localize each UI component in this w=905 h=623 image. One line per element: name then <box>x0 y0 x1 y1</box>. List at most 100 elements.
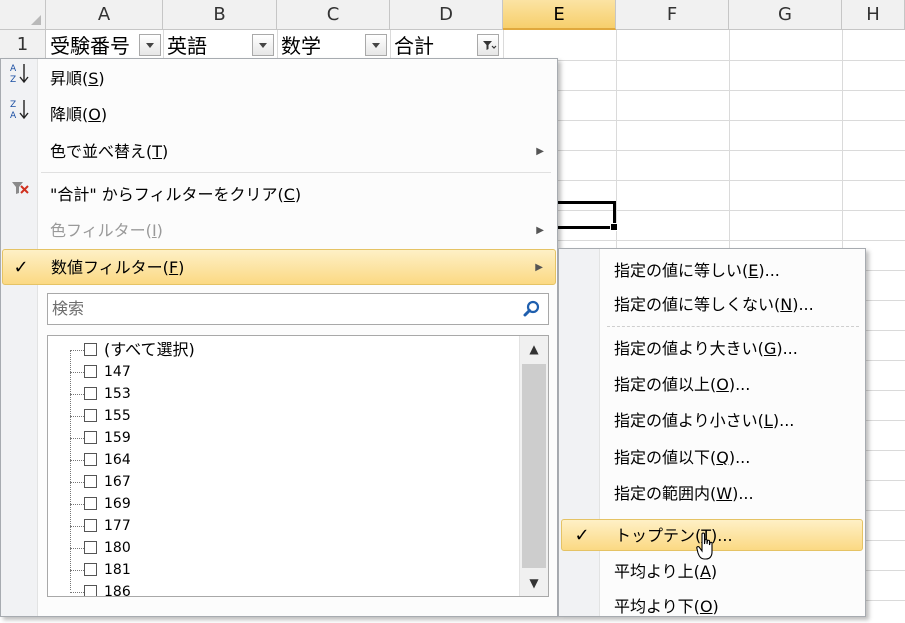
checkbox[interactable] <box>84 563 97 576</box>
search-placeholder: 検索 <box>52 299 85 318</box>
checkbox[interactable] <box>84 475 97 488</box>
accelerator-key: S <box>88 69 99 88</box>
column-header-a[interactable]: A <box>46 0 163 30</box>
tree-connector <box>70 592 84 593</box>
submenu-item-between[interactable]: 指定の範囲内(W)... <box>561 478 863 510</box>
scroll-down-icon[interactable]: ▼ <box>520 570 548 596</box>
clear-filter-label: "合計" からフィルターをクリア( <box>50 185 284 204</box>
column-header-c[interactable]: C <box>277 0 390 30</box>
column-header-h[interactable]: H <box>842 0 905 30</box>
label-end: ) <box>98 69 105 88</box>
filter-value-list[interactable]: (すべて選択) 147 153 155 159 164 167 169 177 … <box>47 335 549 597</box>
tree-connector <box>70 570 84 571</box>
filter-search-box[interactable]: 検索 <box>47 293 549 325</box>
cell-d1[interactable]: 合計 <box>390 30 480 60</box>
label-end: ) <box>100 105 108 124</box>
number-filters-label: 数値フィルター( <box>51 258 169 277</box>
submenu-item-less-than[interactable]: 指定の値より小さい(L)... <box>561 405 863 437</box>
menu-item-sort-by-color[interactable]: 色で並べ替え(T) ▶ <box>2 134 556 170</box>
column-header-b[interactable]: B <box>163 0 277 30</box>
column-header-g[interactable]: G <box>729 0 842 30</box>
filter-dropdown-a[interactable] <box>139 34 161 56</box>
list-scrollbar[interactable]: ▲ ▼ <box>519 336 548 596</box>
cell-a1[interactable]: 受験番号 <box>46 30 141 60</box>
accelerator-key: Q <box>716 448 729 467</box>
cell-b1[interactable]: 英語 <box>163 30 253 60</box>
menu-item-number-filters[interactable]: ✓ 数値フィルター(F) ▶ <box>2 249 556 285</box>
checkbox[interactable] <box>84 343 97 356</box>
label-end: ) <box>178 258 185 277</box>
cell-c1[interactable]: 数学 <box>277 30 367 60</box>
submenu-item-not-equal[interactable]: 指定の値に等しくない(N)... <box>561 289 863 321</box>
item-label: トップテン( <box>615 526 702 545</box>
filter-dropdown-d-active[interactable] <box>477 34 499 56</box>
submenu-arrow-icon: ▶ <box>536 146 544 157</box>
checkbox[interactable] <box>84 519 97 532</box>
tree-line <box>70 350 71 590</box>
svg-text:A: A <box>10 111 17 121</box>
label-end: )... <box>758 261 780 280</box>
checkbox[interactable] <box>84 409 97 422</box>
tree-connector <box>70 438 84 439</box>
checkbox[interactable] <box>84 365 97 378</box>
label-end: )... <box>732 484 754 503</box>
sort-ascending-label: 昇順( <box>50 69 89 88</box>
submenu-item-greater-or-equal[interactable]: 指定の値以上(O)... <box>561 369 863 401</box>
menu-item-sort-descending[interactable]: ZA 降順(O) <box>2 97 556 133</box>
menu-item-sort-ascending[interactable]: AZ 昇順(S) <box>2 61 556 97</box>
scroll-up-icon[interactable]: ▲ <box>520 336 548 362</box>
sort-descending-label: 降順( <box>50 105 89 124</box>
menu-item-clear-filter[interactable]: "合計" からフィルターをクリア(C) <box>2 177 556 213</box>
column-header-d[interactable]: D <box>390 0 503 30</box>
autofilter-menu: AZ 昇順(S) ZA 降順(O) 色で並べ替え(T) ▶ "合計" からフィル… <box>0 58 558 617</box>
check-icon: ✓ <box>574 525 590 546</box>
accelerator-key: O <box>88 105 101 124</box>
accelerator-key: O <box>699 597 713 616</box>
accelerator-key: O <box>716 375 729 394</box>
tree-connector <box>70 460 84 461</box>
menu-item-color-filter[interactable]: 色フィルター(I) ▶ <box>2 213 556 249</box>
accelerator-key: L <box>763 411 773 430</box>
item-label: 指定の範囲内( <box>614 484 717 503</box>
submenu-item-equals[interactable]: 指定の値に等しい(E)... <box>561 255 863 287</box>
tree-connector <box>70 482 84 483</box>
accelerator-key: F <box>168 258 179 277</box>
tree-connector <box>70 548 84 549</box>
checkbox[interactable] <box>84 497 97 510</box>
submenu-item-less-or-equal[interactable]: 指定の値以下(Q)... <box>561 442 863 474</box>
label-end: ) <box>710 562 718 581</box>
svg-text:Z: Z <box>10 100 16 110</box>
row-header-1[interactable]: 1 <box>0 30 46 60</box>
submenu-item-greater-than[interactable]: 指定の値より大きい(G)... <box>561 333 863 365</box>
checkbox[interactable] <box>84 453 97 466</box>
hand-cursor-icon <box>696 532 713 560</box>
item-label: 指定の値に等しくない( <box>614 295 781 314</box>
tree-connector <box>70 526 84 527</box>
checkbox[interactable] <box>84 585 97 596</box>
scroll-thumb[interactable] <box>522 364 546 568</box>
item-label: 平均より下( <box>614 597 700 616</box>
accelerator-key: W <box>716 484 733 503</box>
list-item-label: 180 <box>104 540 131 556</box>
checkbox[interactable] <box>84 431 97 444</box>
column-header-e[interactable]: E <box>503 0 616 30</box>
checkbox[interactable] <box>84 387 97 400</box>
tree-connector <box>70 350 84 351</box>
list-item-label: 181 <box>104 562 131 578</box>
submenu-arrow-icon: ▶ <box>536 225 544 236</box>
list-item-label: 186 <box>104 584 131 597</box>
column-header-f[interactable]: F <box>616 0 729 30</box>
search-icon[interactable] <box>522 299 542 319</box>
check-icon: ✓ <box>13 257 29 278</box>
submenu-item-below-average[interactable]: 平均より下(O) <box>561 591 863 623</box>
svg-text:A: A <box>10 64 17 74</box>
filter-dropdown-c[interactable] <box>365 34 387 56</box>
filter-dropdown-b[interactable] <box>252 34 274 56</box>
checkbox[interactable] <box>84 541 97 554</box>
label-end: )... <box>728 375 751 394</box>
select-all-corner[interactable] <box>0 0 46 30</box>
submenu-arrow-icon: ▶ <box>535 262 543 273</box>
label-end: ) <box>156 221 163 240</box>
label-end: ) <box>294 185 302 204</box>
tree-connector <box>70 416 84 417</box>
